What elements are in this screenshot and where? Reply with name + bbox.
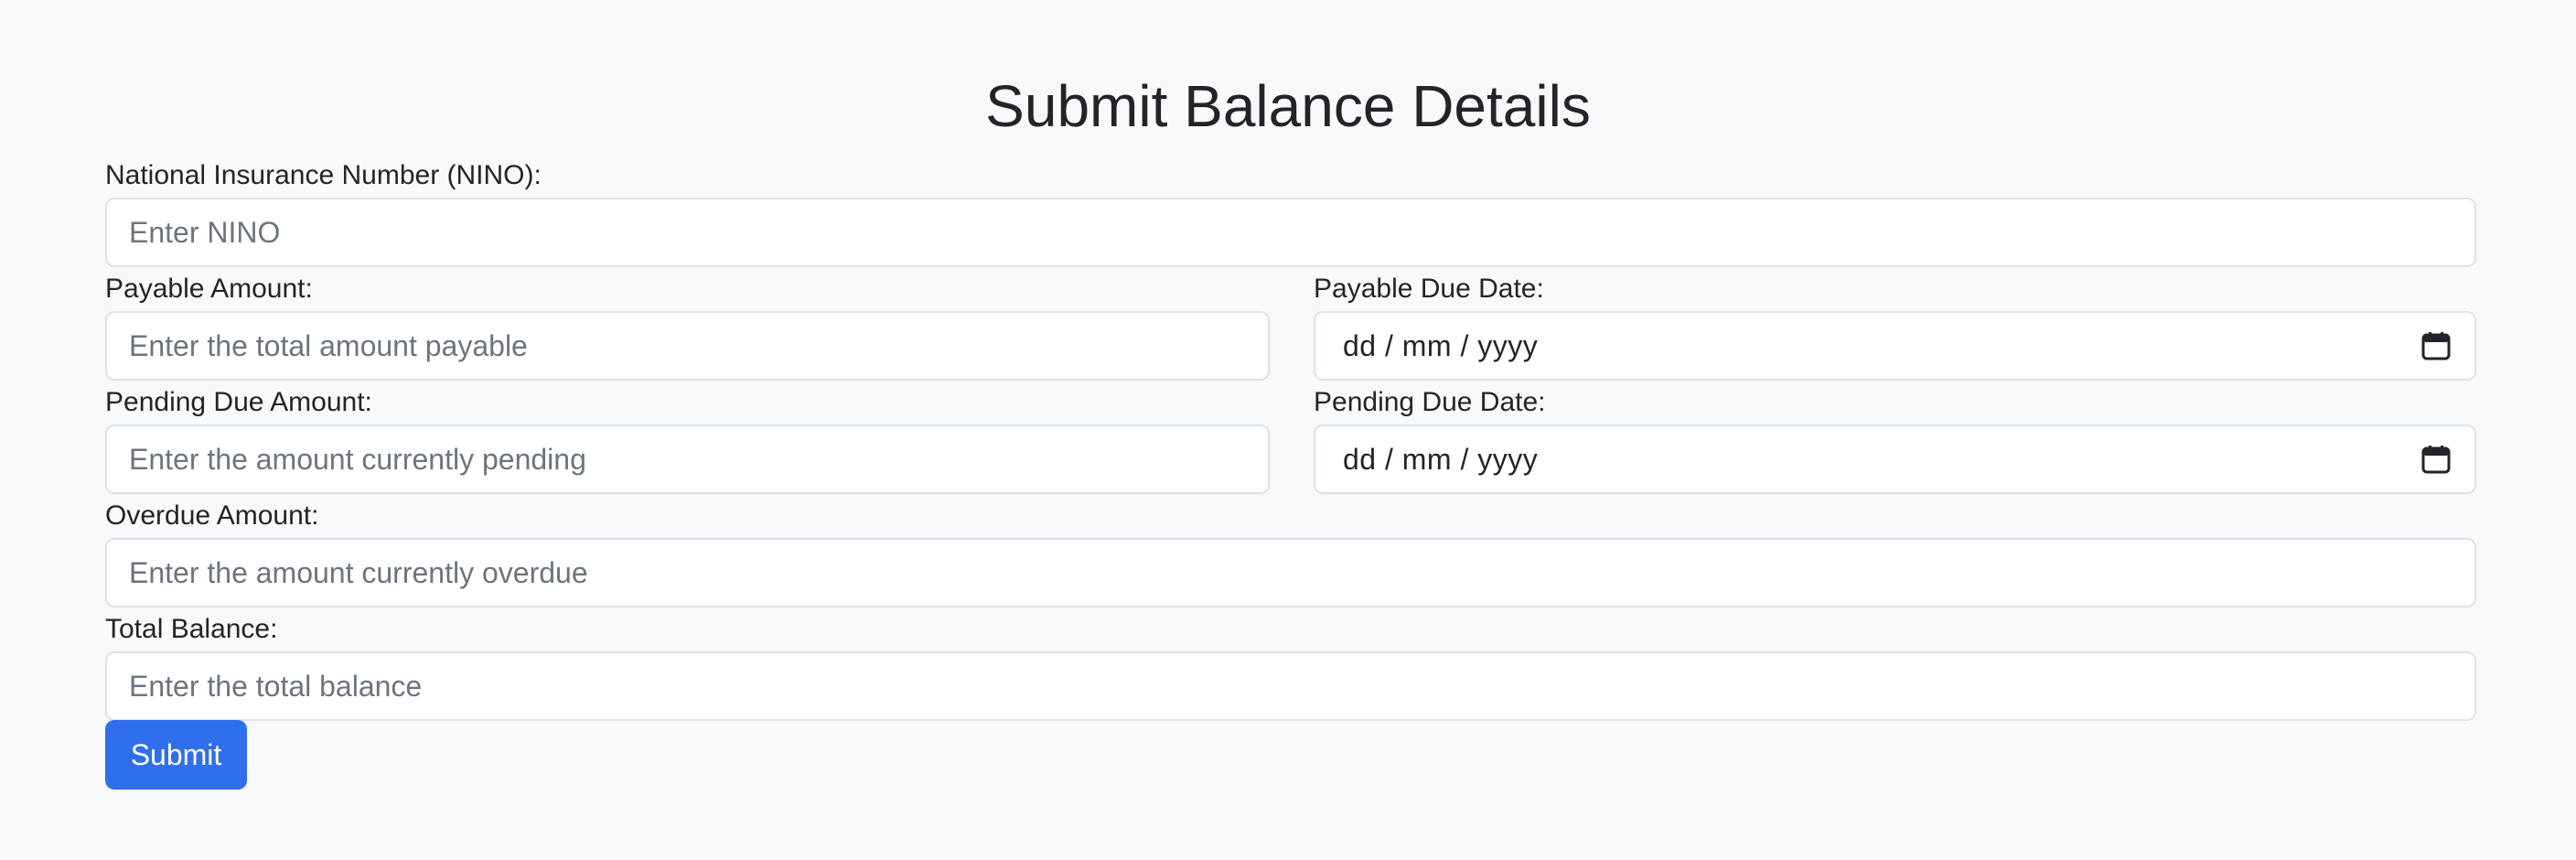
total-balance-label: Total Balance: — [105, 614, 278, 644]
payable-amount-label: Payable Amount: — [105, 274, 313, 304]
pending-due-amount-label: Pending Due Amount: — [105, 387, 372, 417]
nino-label: National Insurance Number (NINO): — [105, 160, 542, 190]
pending-due-amount-input[interactable] — [105, 425, 1270, 494]
page-title: Submit Balance Details — [985, 73, 1591, 139]
calendar-icon[interactable] — [2420, 443, 2453, 476]
payable-amount-input[interactable] — [105, 311, 1270, 381]
balance-form-page: Submit Balance Details National Insuranc… — [0, 0, 2576, 860]
overdue-amount-label: Overdue Amount: — [105, 500, 319, 531]
pending-due-date-label: Pending Due Date: — [1314, 387, 1546, 417]
payable-due-date-label: Payable Due Date: — [1314, 274, 1544, 304]
pending-due-date-format: dd / mm / yyyy — [1343, 442, 1539, 476]
payable-due-date-format: dd / mm / yyyy — [1343, 328, 1539, 362]
nino-input[interactable] — [105, 198, 2476, 267]
payable-due-date-input[interactable]: dd / mm / yyyy — [1314, 311, 2476, 381]
pending-due-date-input[interactable]: dd / mm / yyyy — [1314, 425, 2476, 494]
overdue-amount-input[interactable] — [105, 538, 2476, 607]
total-balance-input[interactable] — [105, 651, 2476, 721]
submit-button[interactable]: Submit — [105, 720, 247, 790]
calendar-icon[interactable] — [2420, 329, 2453, 362]
